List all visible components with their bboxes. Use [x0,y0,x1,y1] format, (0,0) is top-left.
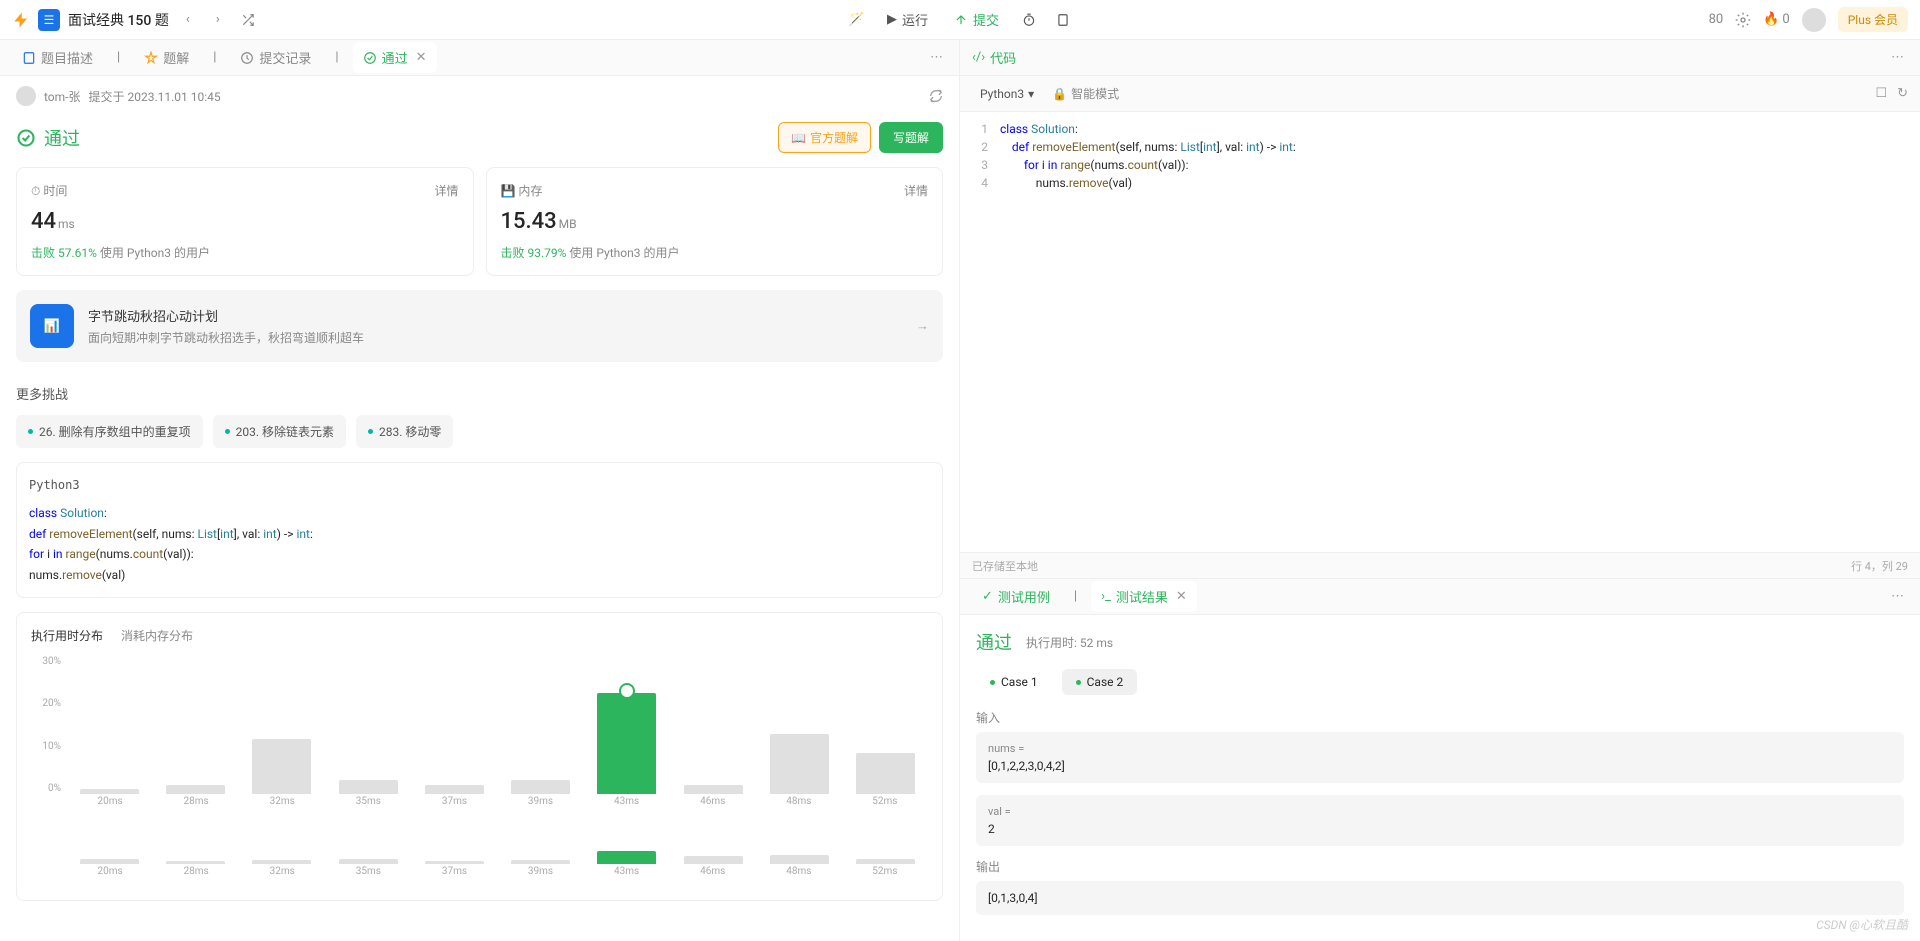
code-tab[interactable]: ‹/› 代码 [972,48,1016,67]
editor-toolbar: Python3 ▾ 🔒 智能模式 ☐ ↻ [960,76,1920,112]
close-icon[interactable]: ✕ [416,50,427,65]
author-avatar [16,86,36,106]
code-editor[interactable]: 1class Solution:2 def removeElement(self… [960,112,1920,552]
author-meta: 提交于 2023.11.01 10:45 [89,88,221,105]
challenge-item[interactable]: 26. 删除有序数组中的重复项 [16,415,203,448]
chart-tab-runtime[interactable]: 执行用时分布 [31,627,103,644]
notes-button[interactable] [1049,6,1077,34]
smart-mode[interactable]: 🔒 智能模式 [1052,85,1119,102]
runtime-chart: 执行用时分布 消耗内存分布 30%20%10%0% 20ms28ms32ms35… [16,612,943,901]
tab-description[interactable]: 题目描述 [12,42,103,73]
left-tabs: 题目描述 | 题解 | 提交记录 | 通过✕ ⋯ [0,40,959,76]
write-solution-button[interactable]: 写题解 [879,122,943,153]
tab-submissions[interactable]: 提交记录 [230,42,321,73]
refresh-icon[interactable] [929,89,943,103]
pass-header: 通过 📖 官方题解 写题解 [0,116,959,167]
code-header: ‹/› 代码 ⋯ [960,40,1920,76]
input-val: val = 2 [976,795,1904,846]
right-actions: 80 🔥0 Plus 会员 [1709,7,1908,32]
challenge-item[interactable]: 203. 移除链表元素 [213,415,346,448]
author-row: tom-张 提交于 2023.11.01 10:45 [0,76,959,116]
author-name: tom-张 [44,88,81,105]
challenges: 26. 删除有序数组中的重复项 203. 移除链表元素 283. 移动零 [0,411,959,462]
pass-title: 通过 [16,125,80,151]
tab-testcase[interactable]: ✓ 测试用例 [972,581,1060,612]
tab-result[interactable]: ›_ 测试结果✕ [1091,581,1197,612]
case-1[interactable]: Case 1 [976,669,1052,695]
time-metric[interactable]: ⏱ 时间详情 44ms 击败 57.61% 使用 Python3 的用户 [16,167,474,276]
left-panel: 题目描述 | 题解 | 提交记录 | 通过✕ ⋯ tom-张 提交于 2023.… [0,40,960,941]
more-icon[interactable]: ⋯ [926,46,947,69]
tab-solution[interactable]: 题解 [134,42,199,73]
memory-metric[interactable]: 💾 内存详情 15.43MB 击败 93.79% 使用 Python3 的用户 [486,167,944,276]
logo-icon [12,11,30,29]
center-actions: 🪄 ▶ 运行 提交 [843,6,1077,34]
results-panel: ✓ 测试用例 | ›_ 测试结果✕ ⋯ 通过 执行用时: 52 ms Case … [960,578,1920,941]
count-label: 80 [1709,12,1724,27]
problem-list-icon[interactable]: ☰ [38,9,60,31]
editor-status: 已存储至本地 行 4，列 29 [960,552,1920,578]
avatar[interactable] [1802,8,1826,32]
bookmark-icon[interactable]: ☐ [1875,86,1887,101]
case-2[interactable]: Case 2 [1062,669,1138,695]
output-box: [0,1,3,0,4] [976,881,1904,915]
metrics: ⏱ 时间详情 44ms 击败 57.61% 使用 Python3 的用户 💾 内… [0,167,959,276]
challenge-item[interactable]: 283. 移动零 [356,415,453,448]
left-content: tom-张 提交于 2023.11.01 10:45 通过 📖 官方题解 写题解… [0,76,959,941]
shuffle-button[interactable] [237,9,259,31]
language-select[interactable]: Python3 ▾ [972,83,1042,105]
watermark: CSDN @心软且酷 [1816,916,1908,933]
more-icon[interactable]: ⋯ [1887,46,1908,69]
promo-icon: 📊 [30,304,74,348]
test-cases: Case 1 Case 2 [976,669,1904,695]
official-solution-button[interactable]: 📖 官方题解 [778,122,871,153]
prev-button[interactable]: ‹ [177,9,199,31]
result-content: 通过 执行用时: 52 ms Case 1 Case 2 输入 nums = [… [960,615,1920,941]
page-title: 面试经典 150 题 [68,10,169,30]
code-preview: Python3 class Solution: def removeElemen… [16,462,943,598]
debug-button[interactable]: 🪄 [843,6,871,34]
chart-tab-memory[interactable]: 消耗内存分布 [121,627,193,644]
input-nums: nums = [0,1,2,2,3,0,4,2] [976,732,1904,783]
close-icon[interactable]: ✕ [1176,589,1187,604]
reset-icon[interactable]: ↻ [1897,86,1908,101]
topbar: ☰ 面试经典 150 题 ‹ › 🪄 ▶ 运行 提交 80 🔥0 Plus 会员 [0,0,1920,40]
more-challenges-title: 更多挑战 [0,376,959,411]
result-runtime: 执行用时: 52 ms [1026,634,1113,651]
more-icon[interactable]: ⋯ [1887,585,1908,608]
plus-badge[interactable]: Plus 会员 [1838,7,1908,32]
chevron-right-icon: → [916,318,929,334]
result-status-label: 通过 [976,629,1012,655]
next-button[interactable]: › [207,9,229,31]
result-tabs: ✓ 测试用例 | ›_ 测试结果✕ ⋯ [960,579,1920,615]
streak: 🔥0 [1763,12,1790,27]
right-panel: ‹/› 代码 ⋯ Python3 ▾ 🔒 智能模式 ☐ ↻ 1class Sol… [960,40,1920,941]
timer-button[interactable] [1015,6,1043,34]
tab-pass[interactable]: 通过✕ [353,42,437,73]
settings-icon[interactable] [1735,12,1751,28]
submit-button[interactable]: 提交 [944,6,1009,34]
promo-card[interactable]: 📊 字节跳动秋招心动计划 面向短期冲刺字节跳动秋招选手，秋招弯道顺利超车 → [16,290,943,362]
run-button[interactable]: ▶ 运行 [877,6,938,34]
